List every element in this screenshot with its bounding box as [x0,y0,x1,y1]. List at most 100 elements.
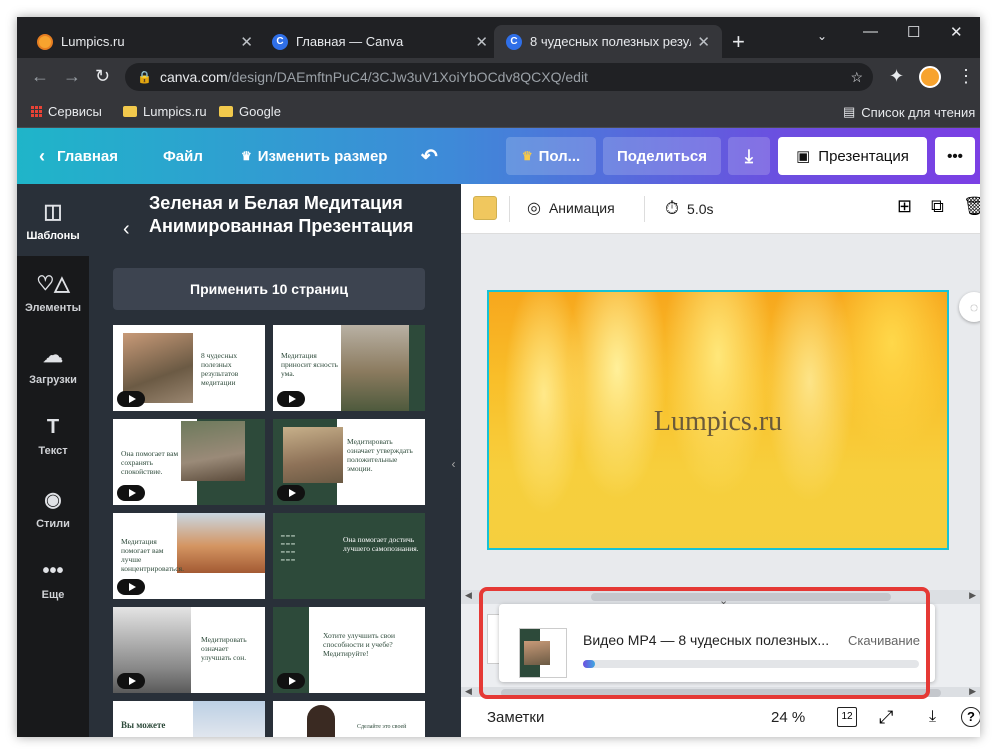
present-label: Презентация [818,147,909,165]
bookmark-star-icon[interactable]: ☆ [850,69,863,86]
crown-icon: ♛ [241,149,252,163]
thumb-text: Сделайте это своей [357,724,407,730]
bookmark-google[interactable]: Google [219,104,281,119]
minimize-button[interactable]: — [863,23,878,40]
close-window-button[interactable]: ✕ [950,23,963,41]
share-button[interactable]: Поделиться [603,137,721,175]
tab-canva-home[interactable]: C Главная — Canva ✕ [260,25,500,58]
notes-button[interactable]: Заметки [487,709,544,726]
animation-button[interactable]: ◎ Анимация [527,198,615,218]
canva-favicon-icon: C [272,33,288,50]
bookmark-label: Lumpics.ru [143,104,207,119]
file-menu[interactable]: Файл [163,128,203,184]
lock-icon: 🔒 [137,70,152,84]
undo-icon[interactable]: ↶ [421,128,438,184]
side-rail: ◫ Шаблоны ♡△ Элементы ☁ Загрузки T Текст ◉ Ст… [17,184,89,737]
template-thumb[interactable]: Вы можете [113,701,265,737]
context-toolbar: ◎ Анимация ⏱ 5.0s ⊞ ⧉ 🗑 [461,184,980,234]
panel-title: Зеленая и Белая Медитация Анимированная … [149,193,414,236]
url-path: /design/DAEmftnPuC4/3CJw3uV1XoiYbOCdv8QC… [227,69,588,85]
template-thumb[interactable]: Сделайте это своей [273,701,425,737]
home-label: Главная [57,147,119,165]
zoom-level[interactable]: 24 % [771,709,805,726]
template-thumb[interactable]: Она помогает вам сохранять спокойствие. [113,419,265,505]
rail-label: Загрузки [29,373,77,386]
close-tab-icon[interactable]: ✕ [240,33,253,51]
bookmark-lumpics[interactable]: Lumpics.ru [123,104,207,119]
play-icon [277,673,305,689]
template-thumb[interactable]: Медитация приносит ясность ума. [273,325,425,411]
animation-icon: ◎ [527,200,541,217]
pro-button[interactable]: ♛ Пол... [506,137,596,175]
present-icon: ▣ [796,148,811,165]
play-icon [117,579,145,595]
pro-label: Пол... [538,147,581,165]
animation-label: Анимация [548,200,615,216]
extensions-icon[interactable]: ✦ [889,66,904,87]
url-host: canva.com [159,69,228,85]
back-icon[interactable]: ← [31,66,49,87]
template-thumb[interactable]: Медитировать означает утверждать положит… [273,419,425,505]
collapse-panel-button[interactable]: ‹ [446,429,461,499]
apply-pages-button[interactable]: Применить 10 страниц [113,268,425,310]
lumpics-favicon-icon [37,33,53,50]
elements-icon: ♡△ [36,272,70,295]
maximize-button[interactable]: ☐ [907,23,920,41]
rail-label: Элементы [24,301,82,314]
rail-elements[interactable]: ♡△ Элементы [17,256,89,328]
thumb-text: Хотите улучшить свои способности и учебе… [323,631,395,658]
download-small-icon[interactable]: ⤓ [929,708,936,726]
template-thumb[interactable]: ━ ━ ━ ━ ━ ━ ━ ━ ━ ━ ━ ━ Она помогает достич… [273,513,425,599]
close-tab-icon[interactable]: ✕ [475,33,488,51]
template-thumb[interactable]: Медитировать означает улучшать сон. [113,607,265,693]
new-tab-button[interactable]: + [732,29,745,55]
template-thumb[interactable]: 8 чудесных полезных результатов медитаци… [113,325,265,411]
reading-list[interactable]: ▤ Список для чтения [843,104,975,120]
timer-icon: ⏱ [665,198,680,218]
delete-page-icon[interactable]: 🗑 [963,196,980,217]
rail-text[interactable]: T Текст [17,400,89,472]
page-count-icon[interactable]: 12 [837,707,857,727]
reload-icon[interactable]: ↻ [95,66,110,87]
folder-icon [219,106,233,117]
duration-button[interactable]: ⏱ 5.0s [665,198,714,219]
styles-icon: ◉ [44,488,62,511]
slide-text[interactable]: Lumpics.ru [489,406,947,438]
duplicate-page-icon[interactable]: ⧉ [931,196,944,217]
template-thumb[interactable]: Хотите улучшить свои способности и учебе… [273,607,425,693]
templates-icon: ◫ [43,200,63,223]
menu-kebab-icon[interactable]: ⋮ [957,66,975,87]
tab-lumpics[interactable]: Lumpics.ru ✕ [25,25,265,58]
rail-uploads[interactable]: ☁ Загрузки [17,328,89,400]
rail-label: Еще [41,588,65,601]
canva-favicon-icon: C [506,33,522,50]
rail-styles[interactable]: ◉ Стили [17,472,89,544]
present-button[interactable]: ▣ Презентация [778,137,927,175]
tab-design[interactable]: C 8 чудесных полезных результа ✕ [494,25,722,58]
tab-search-icon[interactable]: ⌄ [817,29,827,43]
rail-templates[interactable]: ◫ Шаблоны [17,184,89,256]
close-tab-icon[interactable]: ✕ [697,33,710,51]
fullscreen-icon[interactable]: ⤢ [879,707,893,728]
rail-more[interactable]: ••• Еще [17,544,89,616]
thumb-text: Медитировать означает утверждать положит… [347,437,413,473]
slide-canvas[interactable]: Lumpics.ru [487,290,949,550]
apps-grid-icon [31,106,42,117]
play-icon [117,485,145,501]
color-swatch[interactable] [473,196,497,220]
address-bar[interactable]: 🔒 canva.com/design/DAEmftnPuC4/3CJw3uV1X… [125,63,873,91]
profile-avatar[interactable] [919,66,941,88]
bookmark-services[interactable]: Сервисы [31,104,102,119]
back-arrow-icon[interactable]: ‹ [123,218,130,241]
bookmarks-bar: Сервисы Lumpics.ru Google ▤ Список для чт… [17,96,980,128]
download-icon[interactable]: ⤓ [728,137,770,175]
more-button[interactable]: ••• [935,137,975,175]
help-icon[interactable]: ? [961,707,980,727]
add-page-icon[interactable]: ⊞ [897,196,912,217]
reading-list-label: Список для чтения [861,104,976,120]
template-thumb[interactable]: Медитация помогает вам лучше концентриро… [113,513,265,599]
forward-icon[interactable]: → [63,66,81,87]
comment-icon[interactable]: ◌ [959,292,980,322]
home-button[interactable]: ‹ Главная [39,128,118,184]
resize-button[interactable]: ♛ Изменить размер [241,128,387,184]
